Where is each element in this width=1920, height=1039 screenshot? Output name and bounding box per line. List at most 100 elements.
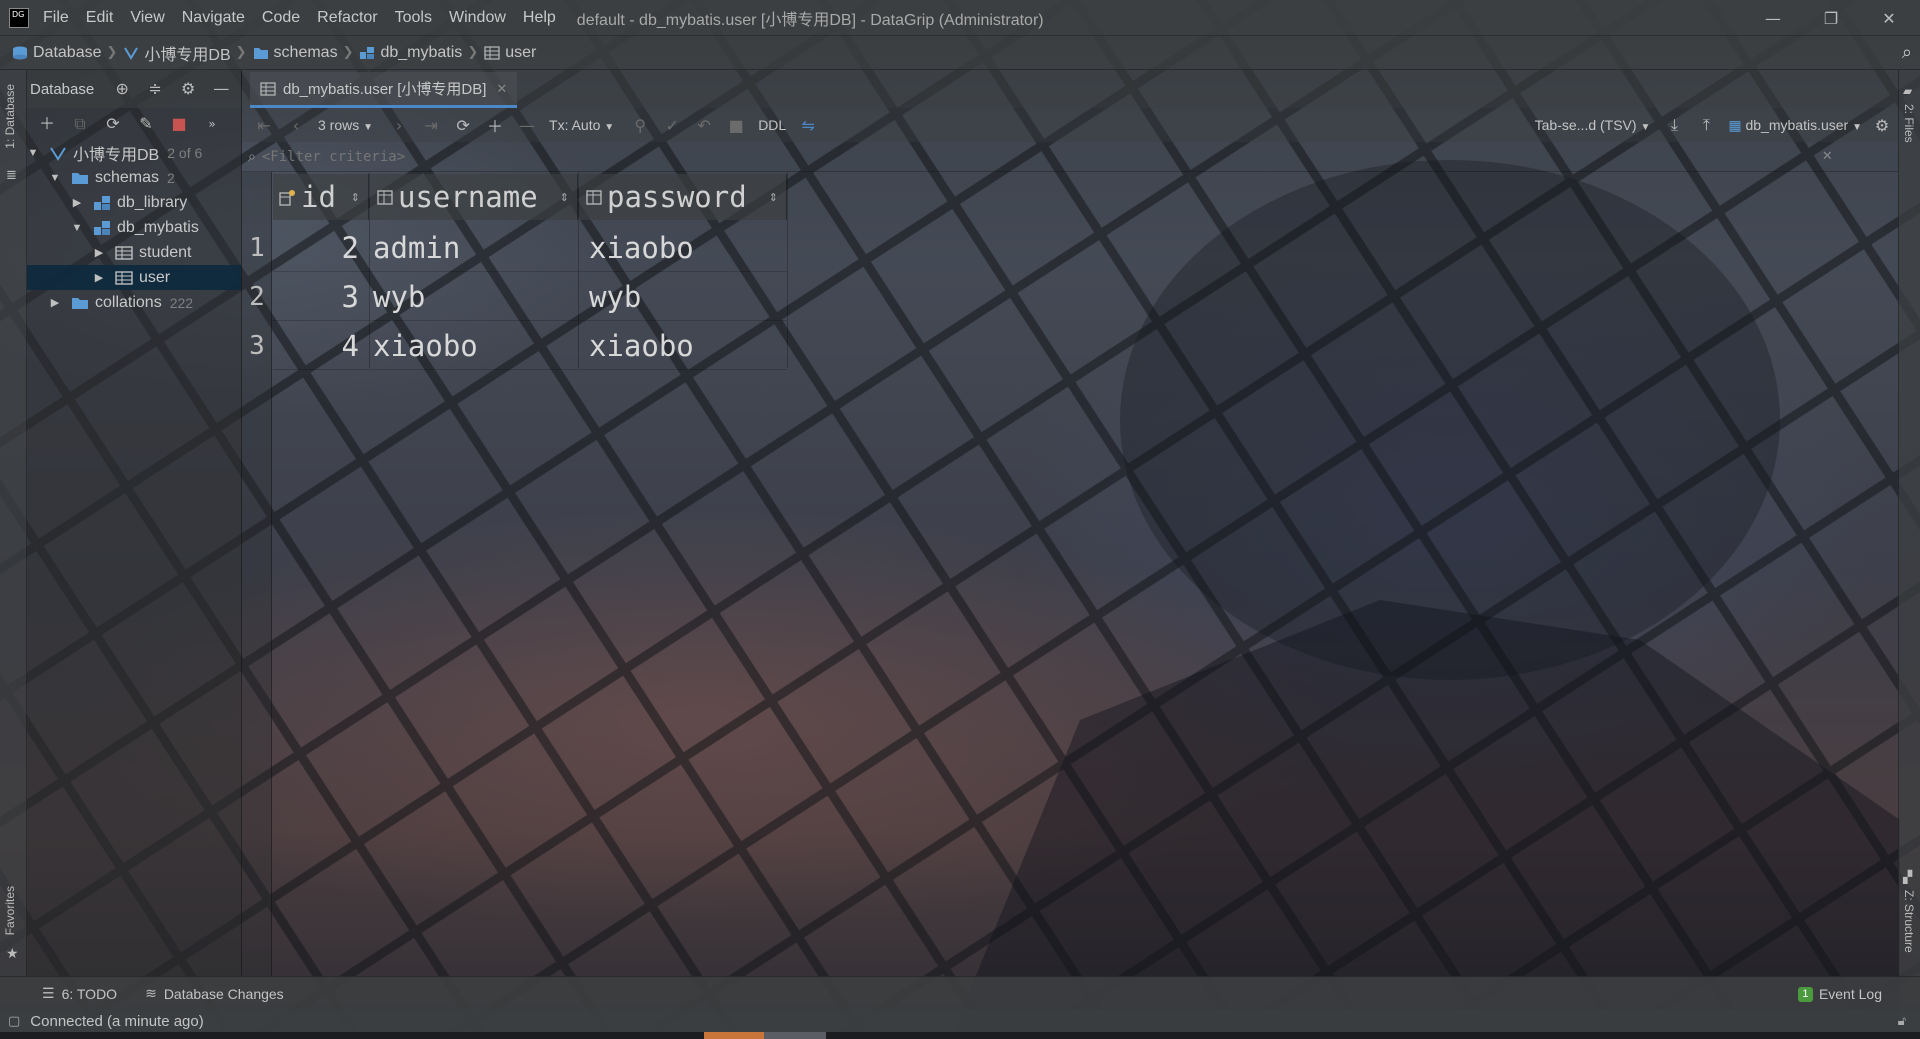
cell-password[interactable]: xiaobo bbox=[579, 224, 787, 272]
collapse-all-icon[interactable]: ≑ bbox=[145, 79, 165, 99]
star-icon[interactable]: ★ bbox=[6, 946, 19, 962]
todo-tool-button[interactable]: ☰ 6: TODO bbox=[42, 985, 117, 1002]
breadcrumb-schemas[interactable]: schemas bbox=[253, 44, 338, 62]
stop-icon[interactable]: ■ bbox=[169, 114, 189, 134]
menu-file[interactable]: File bbox=[43, 9, 69, 27]
upload-icon[interactable]: ⤒ bbox=[1696, 115, 1716, 135]
row-number[interactable]: 2 bbox=[242, 273, 272, 321]
prev-page-icon[interactable]: ‹ bbox=[286, 116, 306, 135]
menu-code[interactable]: Code bbox=[262, 9, 300, 27]
collapsed-arrow-icon[interactable]: ▶ bbox=[93, 246, 105, 259]
copy-icon[interactable]: ⧉ bbox=[70, 114, 90, 134]
cell-id[interactable]: 3 bbox=[273, 273, 369, 321]
cell-id[interactable]: 4 bbox=[273, 322, 369, 370]
menu-edit[interactable]: Edit bbox=[86, 9, 114, 27]
lock-icon[interactable]: 🔓︎ bbox=[1898, 1014, 1906, 1029]
locate-icon[interactable]: ⊕ bbox=[112, 79, 132, 99]
tree-node-student[interactable]: ▶ student bbox=[27, 240, 241, 265]
refresh-icon[interactable]: ⟳ bbox=[103, 114, 123, 134]
cell-password[interactable]: wyb bbox=[579, 273, 787, 321]
reload-icon[interactable]: ⟳ bbox=[453, 116, 473, 135]
hide-panel-icon[interactable]: — bbox=[211, 79, 231, 99]
next-page-icon[interactable]: › bbox=[389, 116, 409, 135]
restore-icon[interactable]: ❐ bbox=[1802, 0, 1860, 36]
cell-username[interactable]: admin bbox=[370, 224, 578, 272]
column-header-username[interactable]: username ⇕ bbox=[370, 174, 578, 220]
menu-window[interactable]: Window bbox=[449, 9, 506, 27]
edit-schema-icon[interactable]: ✎ bbox=[136, 114, 156, 134]
tab-structure[interactable]: Z: Structure bbox=[1902, 890, 1916, 953]
tree-node-db-mybatis[interactable]: ▼ db_mybatis bbox=[27, 215, 241, 240]
menu-view[interactable]: View bbox=[130, 9, 164, 27]
cell-password[interactable]: xiaobo bbox=[579, 322, 787, 370]
database-changes-tool-button[interactable]: ≋ Database Changes bbox=[145, 985, 284, 1002]
sort-icon[interactable]: ⇕ bbox=[351, 191, 360, 204]
compare-icon[interactable]: ⇋ bbox=[798, 116, 818, 135]
tree-node-datasource[interactable]: ▼ 小博专用DB 2 of 6 bbox=[27, 140, 241, 165]
sort-icon[interactable]: ⇕ bbox=[769, 191, 778, 204]
tab-db-mybatis-user[interactable]: db_mybatis.user [小博专用DB] ✕ bbox=[250, 72, 518, 108]
tree-node-collations[interactable]: ▶ collations 222 bbox=[27, 290, 241, 315]
add-icon[interactable]: ＋ bbox=[37, 114, 57, 134]
taskbar-indicator[interactable] bbox=[764, 1032, 826, 1039]
download-icon[interactable]: ⤓ bbox=[1664, 115, 1684, 135]
cell-id[interactable]: 2 bbox=[273, 224, 369, 272]
expanded-arrow-icon[interactable]: ▼ bbox=[71, 222, 83, 234]
clear-filter-icon[interactable]: ✕ bbox=[1822, 149, 1833, 164]
rollback-icon[interactable]: ↶ bbox=[694, 116, 714, 135]
filter-search-icon[interactable]: ⌕ bbox=[248, 149, 256, 165]
files-folder-icon[interactable]: ▰ bbox=[1903, 84, 1912, 98]
toggle-tool-windows-icon[interactable]: ▢ bbox=[8, 1014, 20, 1029]
minimize-icon[interactable]: — bbox=[1744, 0, 1802, 36]
filter-input[interactable] bbox=[261, 148, 1822, 165]
tab-favorites[interactable]: Favorites bbox=[3, 886, 17, 935]
row-number[interactable]: 3 bbox=[242, 322, 272, 370]
event-log-button[interactable]: 1 Event Log bbox=[1797, 977, 1882, 1011]
tab-files[interactable]: 2: Files bbox=[1902, 104, 1916, 143]
menu-tools[interactable]: Tools bbox=[395, 9, 432, 27]
add-row-icon[interactable]: ＋ bbox=[485, 113, 505, 137]
last-page-icon[interactable]: ⇥ bbox=[421, 116, 441, 135]
expanded-arrow-icon[interactable]: ▼ bbox=[27, 147, 39, 159]
transaction-mode-select[interactable]: Tx: Auto ▼ bbox=[549, 117, 614, 133]
cancel-query-icon[interactable]: ■ bbox=[726, 116, 746, 135]
gear-icon[interactable]: ⚙ bbox=[178, 79, 198, 99]
column-header-id[interactable]: id ⇕ bbox=[273, 174, 369, 220]
collapsed-arrow-icon[interactable]: ▶ bbox=[49, 296, 61, 309]
menu-help[interactable]: Help bbox=[523, 9, 556, 27]
search-everywhere-icon[interactable]: ⌕ bbox=[1902, 42, 1912, 63]
ddl-button[interactable]: DDL bbox=[758, 117, 786, 133]
first-page-icon[interactable]: ⇤ bbox=[254, 116, 274, 135]
close-tab-icon[interactable]: ✕ bbox=[496, 81, 507, 97]
tab-database-tool[interactable]: 1: Database bbox=[3, 84, 17, 149]
menu-navigate[interactable]: Navigate bbox=[182, 9, 245, 27]
structure-icon[interactable]: ▞ bbox=[1903, 870, 1912, 884]
tree-node-user[interactable]: ▶ user bbox=[27, 265, 241, 290]
sort-icon[interactable]: ⇕ bbox=[560, 191, 569, 204]
tree-node-db-library[interactable]: ▶ db_library bbox=[27, 190, 241, 215]
cell-username[interactable]: xiaobo bbox=[370, 322, 578, 370]
export-format-select[interactable]: Tab-se...d (TSV) ▼ bbox=[1535, 117, 1651, 133]
more-actions-icon[interactable]: » bbox=[202, 114, 222, 134]
expanded-arrow-icon[interactable]: ▼ bbox=[49, 172, 61, 184]
collapsed-arrow-icon[interactable]: ▶ bbox=[71, 196, 83, 209]
page-size-select[interactable]: 3 rows ▼ bbox=[318, 117, 373, 133]
breadcrumb-datasource[interactable]: 小博专用DB bbox=[123, 41, 231, 65]
delete-row-icon[interactable]: — bbox=[517, 116, 537, 135]
row-number[interactable]: 1 bbox=[242, 224, 272, 272]
database-stripe-icon[interactable]: ≣ bbox=[6, 168, 17, 183]
breadcrumb-schema[interactable]: db_mybatis bbox=[359, 44, 462, 62]
tree-node-schemas[interactable]: ▼ schemas 2 bbox=[27, 165, 241, 190]
breadcrumb-database[interactable]: Database bbox=[12, 44, 102, 62]
column-header-password[interactable]: password ⇕ bbox=[579, 174, 787, 220]
tx-settings-icon[interactable]: ⚲ bbox=[630, 116, 650, 135]
gear-icon[interactable]: ⚙ bbox=[1872, 116, 1892, 135]
taskbar-active-indicator[interactable] bbox=[704, 1032, 764, 1039]
commit-icon[interactable]: ✓ bbox=[662, 116, 682, 135]
target-table-select[interactable]: ▦ db_mybatis.user ▼ bbox=[1728, 117, 1862, 134]
breadcrumb-table[interactable]: user bbox=[484, 44, 536, 62]
close-window-icon[interactable]: ✕ bbox=[1860, 0, 1918, 36]
collapsed-arrow-icon[interactable]: ▶ bbox=[93, 271, 105, 284]
menu-refactor[interactable]: Refactor bbox=[317, 9, 377, 27]
cell-username[interactable]: wyb bbox=[370, 273, 578, 321]
